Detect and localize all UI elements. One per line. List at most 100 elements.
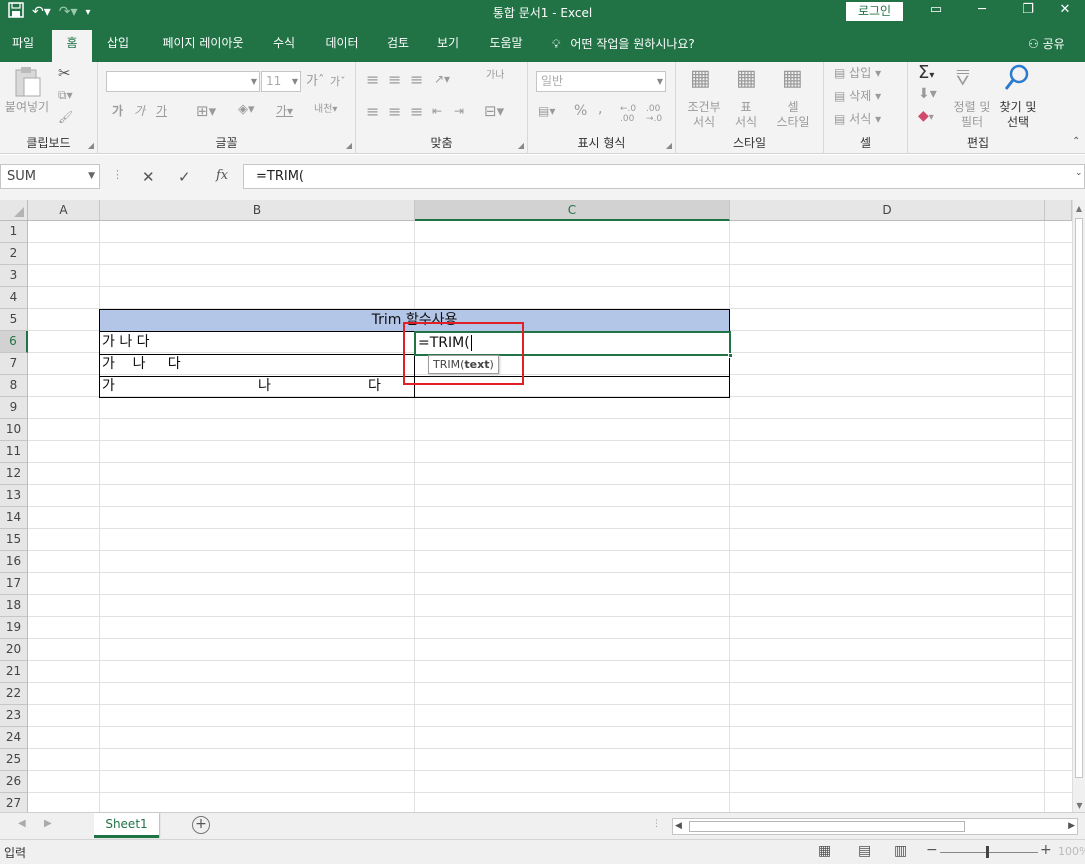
- column-header-a[interactable]: A: [28, 200, 100, 221]
- format-painter-icon[interactable]: 🖌︎: [58, 110, 73, 124]
- fill-handle[interactable]: [728, 353, 733, 358]
- row-header-25[interactable]: 25: [0, 749, 28, 771]
- paste-icon[interactable]: [14, 66, 42, 104]
- align-top-icon[interactable]: ≡: [366, 70, 379, 89]
- row-header-15[interactable]: 15: [0, 529, 28, 551]
- minimize-icon[interactable]: ─: [960, 2, 1004, 17]
- row-header-17[interactable]: 17: [0, 573, 28, 595]
- tab-formulas[interactable]: 수식: [264, 30, 304, 62]
- align-bottom-icon[interactable]: ≡: [410, 70, 423, 89]
- number-launcher-icon[interactable]: ◢: [666, 141, 672, 150]
- row-header-22[interactable]: 22: [0, 683, 28, 705]
- row-header-24[interactable]: 24: [0, 727, 28, 749]
- scroll-left-icon[interactable]: ◀: [675, 819, 682, 834]
- tab-file[interactable]: 파일: [0, 30, 46, 62]
- fill-color-icon[interactable]: ◈▾: [238, 102, 255, 117]
- orientation-icon[interactable]: ↗▾: [434, 72, 450, 86]
- row-header-13[interactable]: 13: [0, 485, 28, 507]
- scroll-thumb[interactable]: [1075, 218, 1083, 778]
- zoom-out-icon[interactable]: −: [926, 842, 938, 858]
- row-header-8[interactable]: 8: [0, 375, 28, 397]
- decrease-indent-icon[interactable]: ⇤: [432, 104, 442, 118]
- sheet-tab-sheet1[interactable]: Sheet1: [94, 813, 159, 838]
- enter-entry-button[interactable]: ✓: [178, 168, 191, 186]
- font-color-button[interactable]: 가▾: [276, 104, 293, 119]
- normal-view-icon[interactable]: ▦: [818, 843, 831, 859]
- row-header-20[interactable]: 20: [0, 639, 28, 661]
- row-header-7[interactable]: 7: [0, 353, 28, 375]
- row-header-1[interactable]: 1: [0, 221, 28, 243]
- prev-sheet-icon[interactable]: ◀: [18, 818, 26, 829]
- grow-font-button[interactable]: 가ˆ: [306, 74, 324, 89]
- next-sheet-icon[interactable]: ▶: [44, 818, 52, 829]
- page-break-view-icon[interactable]: ▥: [894, 843, 907, 859]
- format-as-table-icon[interactable]: ▦: [736, 66, 757, 91]
- align-center-icon[interactable]: ≡: [388, 102, 401, 121]
- row-header-14[interactable]: 14: [0, 507, 28, 529]
- align-middle-icon[interactable]: ≡: [388, 70, 401, 89]
- paste-label[interactable]: 붙여넣기: [2, 100, 52, 115]
- increase-decimal-icon[interactable]: ←.0.00: [620, 104, 636, 124]
- bold-button[interactable]: 가: [112, 104, 123, 119]
- autosum-icon[interactable]: Σ▾: [918, 62, 934, 83]
- font-size-combo[interactable]: 11 ▼: [261, 71, 301, 92]
- scroll-right-icon[interactable]: ▶: [1068, 819, 1075, 834]
- row-header-11[interactable]: 11: [0, 441, 28, 463]
- format-as-table-button[interactable]: 표 서식: [726, 100, 766, 130]
- vertical-scrollbar[interactable]: ▲ ▼: [1072, 200, 1085, 812]
- login-button[interactable]: 로그인: [846, 2, 903, 21]
- close-icon[interactable]: ✕: [1045, 2, 1085, 17]
- page-layout-view-icon[interactable]: ▤: [858, 843, 871, 859]
- row-header-27[interactable]: 27: [0, 793, 28, 812]
- comma-button[interactable]: ,: [598, 102, 602, 117]
- tab-split-handle[interactable]: ⋮: [652, 819, 661, 829]
- shrink-font-button[interactable]: 가ˇ: [330, 74, 346, 89]
- zoom-in-icon[interactable]: +: [1040, 842, 1052, 858]
- insert-function-button[interactable]: fx: [216, 168, 228, 183]
- add-sheet-icon[interactable]: +: [192, 816, 210, 834]
- conditional-format-icon[interactable]: ▦: [690, 66, 711, 91]
- font-launcher-icon[interactable]: ◢: [346, 141, 352, 150]
- tab-help[interactable]: 도움말: [480, 30, 532, 62]
- row-header-18[interactable]: 18: [0, 595, 28, 617]
- formula-input[interactable]: =TRIM(: [243, 164, 1085, 189]
- tab-insert[interactable]: 삽입: [98, 30, 138, 62]
- cell-b6[interactable]: 가 나 다: [102, 332, 150, 353]
- tab-home[interactable]: 홈: [52, 30, 92, 62]
- row-header-10[interactable]: 10: [0, 419, 28, 441]
- vertical-text-button[interactable]: 가나: [486, 68, 504, 83]
- name-box[interactable]: SUM ▼: [0, 164, 100, 189]
- restore-icon[interactable]: ❐: [1006, 2, 1050, 17]
- expand-formula-bar-icon[interactable]: ⌄: [1075, 168, 1083, 178]
- horizontal-scroll-thumb[interactable]: [689, 821, 965, 832]
- cut-icon[interactable]: ✂: [58, 64, 71, 82]
- align-left-icon[interactable]: ≡: [366, 102, 379, 121]
- worksheet-grid[interactable]: A B C D 1 2 3 4 5 6 7 8 9 10 11 12 13 14 15 16 17 18 19 20 2…: [0, 200, 1085, 812]
- row-header-5[interactable]: 5: [0, 309, 28, 331]
- horizontal-scrollbar[interactable]: ◀ ▶: [672, 818, 1078, 835]
- tab-review[interactable]: 검토: [378, 30, 418, 62]
- phonetic-button[interactable]: 내천▾: [314, 102, 337, 117]
- cell-styles-icon[interactable]: ▦: [782, 66, 803, 91]
- cell-b8[interactable]: 가: [102, 376, 115, 397]
- collapse-ribbon-icon[interactable]: ⌃: [1072, 136, 1080, 147]
- italic-button[interactable]: 가: [134, 104, 145, 119]
- decrease-decimal-icon[interactable]: .00 →.0: [646, 104, 662, 124]
- row-header-3[interactable]: 3: [0, 265, 28, 287]
- row-header-6[interactable]: 6: [0, 331, 28, 353]
- column-header-d[interactable]: D: [730, 200, 1045, 221]
- borders-icon[interactable]: ⊞▾: [196, 102, 216, 120]
- align-right-icon[interactable]: ≡: [410, 102, 423, 121]
- sort-filter-button[interactable]: 정렬 및 필터: [948, 100, 996, 130]
- row-header-23[interactable]: 23: [0, 705, 28, 727]
- row-header-19[interactable]: 19: [0, 617, 28, 639]
- increase-indent-icon[interactable]: ⇥: [454, 104, 464, 118]
- insert-cells-button[interactable]: ▤ 삽입 ▾: [834, 66, 881, 81]
- delete-cells-button[interactable]: ▤ 삭제 ▾: [834, 89, 881, 104]
- fill-icon[interactable]: ⬇▾: [918, 86, 937, 102]
- clipboard-launcher-icon[interactable]: ◢: [88, 141, 94, 150]
- zoom-level[interactable]: 100%: [1058, 845, 1085, 858]
- cell-styles-button[interactable]: 셀 스타일: [768, 100, 818, 130]
- row-header-12[interactable]: 12: [0, 463, 28, 485]
- select-all-button[interactable]: [0, 200, 28, 221]
